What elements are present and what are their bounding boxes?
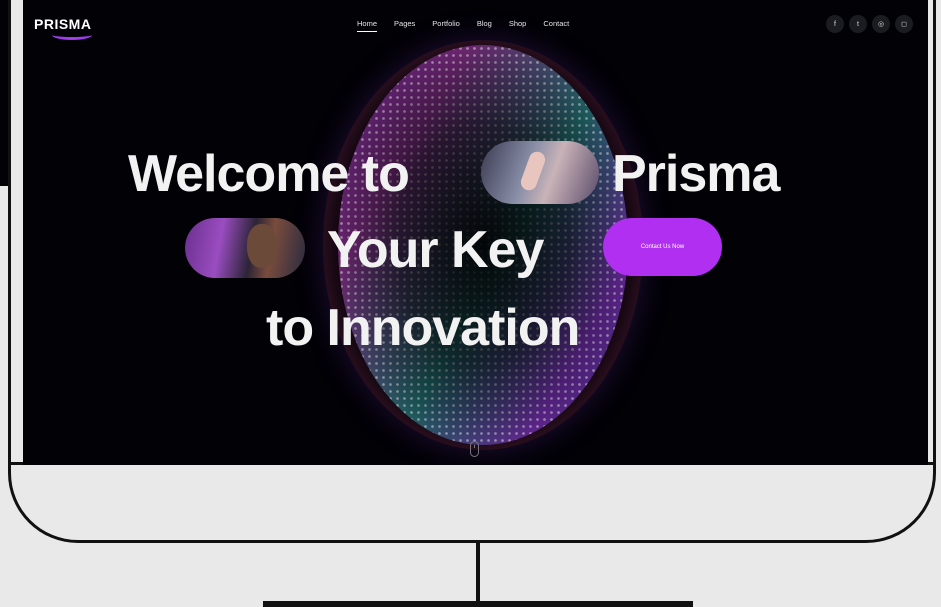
hero-line1-a: Welcome to: [128, 145, 410, 203]
social-links: f t ◎ ◻: [826, 15, 913, 33]
monitor-base: [263, 601, 693, 607]
twitter-icon[interactable]: t: [849, 15, 867, 33]
hero-line3: to Innovation: [266, 299, 580, 357]
nav-item-pages[interactable]: Pages: [394, 19, 415, 32]
scroll-mouse-icon[interactable]: [470, 441, 479, 457]
nav-item-portfolio[interactable]: Portfolio: [432, 19, 460, 32]
dribbble-icon[interactable]: ◎: [872, 15, 890, 33]
hero-image-portrait: [185, 218, 305, 278]
facebook-icon[interactable]: f: [826, 15, 844, 33]
main-nav: Home Pages Portfolio Blog Shop Contact: [357, 19, 569, 32]
instagram-icon[interactable]: ◻: [895, 15, 913, 33]
hero-image-hand: [481, 141, 599, 204]
monitor-stand: [476, 541, 480, 603]
hand-image: [518, 149, 548, 193]
nav-item-home[interactable]: Home: [357, 19, 378, 32]
portrait-image: [247, 224, 277, 268]
hero-line2: Your Key: [327, 221, 544, 279]
contact-us-button[interactable]: Contact Us Now: [603, 218, 722, 276]
nav-item-blog[interactable]: Blog: [477, 19, 492, 32]
nav-item-shop[interactable]: Shop: [509, 19, 527, 32]
logo-swoosh: [52, 30, 92, 40]
nav-item-contact[interactable]: Contact: [543, 19, 569, 32]
hero-line1-b: Prisma: [612, 145, 780, 203]
